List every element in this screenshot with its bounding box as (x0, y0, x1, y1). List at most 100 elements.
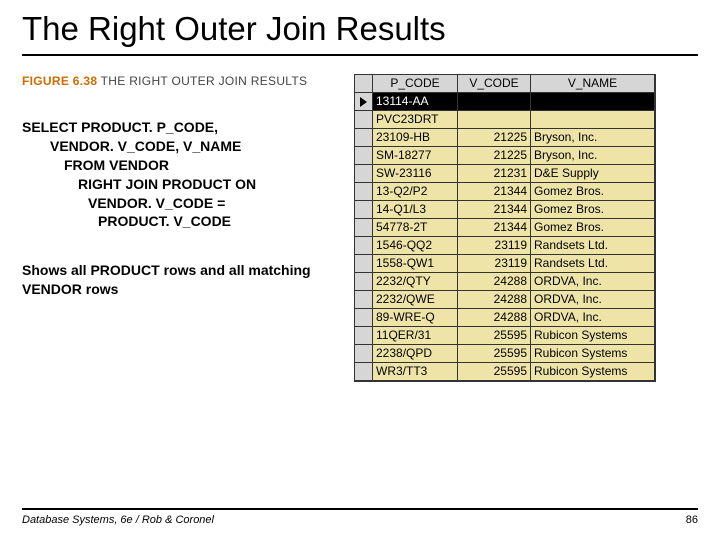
right-column: P_CODE V_CODE V_NAME 13114-AAPVC23DRT231… (354, 74, 654, 382)
row-selector[interactable] (355, 201, 373, 219)
row-selector[interactable] (355, 327, 373, 345)
row-selector[interactable] (355, 309, 373, 327)
result-grid: P_CODE V_CODE V_NAME 13114-AAPVC23DRT231… (354, 74, 656, 382)
table-row[interactable]: 54778-2T21344Gomez Bros. (355, 219, 655, 237)
table-row[interactable]: SW-2311621231D&E Supply (355, 165, 655, 183)
row-selector[interactable] (355, 255, 373, 273)
cell-vname: Bryson, Inc. (531, 147, 655, 165)
cell-vcode (458, 111, 531, 129)
table-row[interactable]: 11QER/3125595Rubicon Systems (355, 327, 655, 345)
cell-pcode: 1558-QW1 (373, 255, 458, 273)
cell-vname: ORDVA, Inc. (531, 291, 655, 309)
cell-pcode: 11QER/31 (373, 327, 458, 345)
cell-vcode: 24288 (458, 309, 531, 327)
cell-vcode: 25595 (458, 363, 531, 381)
row-selector[interactable] (355, 363, 373, 381)
cell-pcode: 13114-AA (373, 93, 458, 111)
cell-vname: Rubicon Systems (531, 327, 655, 345)
slide: The Right Outer Join Results FIGURE 6.38… (0, 0, 720, 540)
cell-vname: D&E Supply (531, 165, 655, 183)
sql-line-1: SELECT PRODUCT. P_CODE, (22, 118, 342, 137)
cell-vname: Rubicon Systems (531, 363, 655, 381)
table-row[interactable]: WR3/TT325595Rubicon Systems (355, 363, 655, 381)
col-header-vname: V_NAME (531, 75, 655, 93)
cell-pcode: SM-18277 (373, 147, 458, 165)
cell-vcode: 21344 (458, 201, 531, 219)
cell-vname: Rubicon Systems (531, 345, 655, 363)
table-row[interactable]: 1546-QQ223119Randsets Ltd. (355, 237, 655, 255)
row-selector[interactable] (355, 273, 373, 291)
cell-vcode (458, 93, 531, 111)
table-row[interactable]: 2232/QWE24288ORDVA, Inc. (355, 291, 655, 309)
row-selector[interactable] (355, 165, 373, 183)
figure-caption: FIGURE 6.38 The Right Outer Join Results (22, 74, 342, 88)
cell-vcode: 23119 (458, 237, 531, 255)
footer-source: Database Systems, 6e / Rob & Coronel (22, 514, 214, 526)
footer: Database Systems, 6e / Rob & Coronel 86 (0, 508, 720, 526)
figure-caption-text: The Right Outer Join Results (101, 74, 308, 88)
cell-vname: Randsets Ltd. (531, 237, 655, 255)
cell-vname: Bryson, Inc. (531, 129, 655, 147)
cell-pcode: PVC23DRT (373, 111, 458, 129)
cell-vcode: 21225 (458, 129, 531, 147)
table-row[interactable]: 2232/QTY24288ORDVA, Inc. (355, 273, 655, 291)
cell-pcode: 2232/QWE (373, 291, 458, 309)
row-selector[interactable] (355, 183, 373, 201)
cell-vname: ORDVA, Inc. (531, 309, 655, 327)
table-row[interactable]: 2238/QPD25595Rubicon Systems (355, 345, 655, 363)
cell-pcode: 2232/QTY (373, 273, 458, 291)
table-row[interactable]: PVC23DRT (355, 111, 655, 129)
cell-vname (531, 111, 655, 129)
cell-vname: Gomez Bros. (531, 201, 655, 219)
row-selector[interactable] (355, 111, 373, 129)
cell-vcode: 24288 (458, 291, 531, 309)
cell-vcode: 23119 (458, 255, 531, 273)
figure-label: FIGURE 6.38 (22, 74, 97, 88)
cell-pcode: 13-Q2/P2 (373, 183, 458, 201)
table-row[interactable]: 14-Q1/L321344Gomez Bros. (355, 201, 655, 219)
cell-vcode: 21231 (458, 165, 531, 183)
grid-body: 13114-AAPVC23DRT23109-HB21225Bryson, Inc… (355, 93, 655, 381)
row-selector-header (355, 75, 373, 93)
cell-vcode: 24288 (458, 273, 531, 291)
table-row[interactable]: 23109-HB21225Bryson, Inc. (355, 129, 655, 147)
table-row[interactable]: 1558-QW123119Randsets Ltd. (355, 255, 655, 273)
cell-vname: Gomez Bros. (531, 219, 655, 237)
row-selector[interactable] (355, 345, 373, 363)
table-row[interactable]: 89-WRE-Q24288ORDVA, Inc. (355, 309, 655, 327)
table-row[interactable]: SM-1827721225Bryson, Inc. (355, 147, 655, 165)
content-area: FIGURE 6.38 The Right Outer Join Results… (22, 74, 698, 382)
sql-line-2: VENDOR. V_CODE, V_NAME (50, 137, 342, 156)
cell-vname: Gomez Bros. (531, 183, 655, 201)
current-row-icon (360, 97, 367, 107)
row-selector[interactable] (355, 219, 373, 237)
table-row[interactable]: 13114-AA (355, 93, 655, 111)
table-row[interactable]: 13-Q2/P221344Gomez Bros. (355, 183, 655, 201)
sql-line-4: RIGHT JOIN PRODUCT ON (78, 175, 342, 194)
left-column: FIGURE 6.38 The Right Outer Join Results… (22, 74, 342, 298)
cell-vcode: 25595 (458, 345, 531, 363)
title-rule (22, 54, 698, 56)
row-selector[interactable] (355, 291, 373, 309)
row-selector[interactable] (355, 93, 373, 111)
row-selector[interactable] (355, 237, 373, 255)
cell-pcode: SW-23116 (373, 165, 458, 183)
cell-vname: Randsets Ltd. (531, 255, 655, 273)
cell-vcode: 21344 (458, 183, 531, 201)
row-selector[interactable] (355, 129, 373, 147)
cell-vcode: 21225 (458, 147, 531, 165)
col-header-pcode: P_CODE (373, 75, 458, 93)
cell-vcode: 21344 (458, 219, 531, 237)
sql-line-3: FROM VENDOR (64, 156, 342, 175)
page-number: 86 (686, 514, 698, 526)
footer-rule (22, 508, 698, 510)
footer-row: Database Systems, 6e / Rob & Coronel 86 (22, 514, 698, 526)
cell-pcode: 2238/QPD (373, 345, 458, 363)
cell-vname: ORDVA, Inc. (531, 273, 655, 291)
cell-pcode: WR3/TT3 (373, 363, 458, 381)
row-selector[interactable] (355, 147, 373, 165)
col-header-vcode: V_CODE (458, 75, 531, 93)
grid-header: P_CODE V_CODE V_NAME (355, 75, 655, 93)
cell-vcode: 25595 (458, 327, 531, 345)
cell-pcode: 14-Q1/L3 (373, 201, 458, 219)
